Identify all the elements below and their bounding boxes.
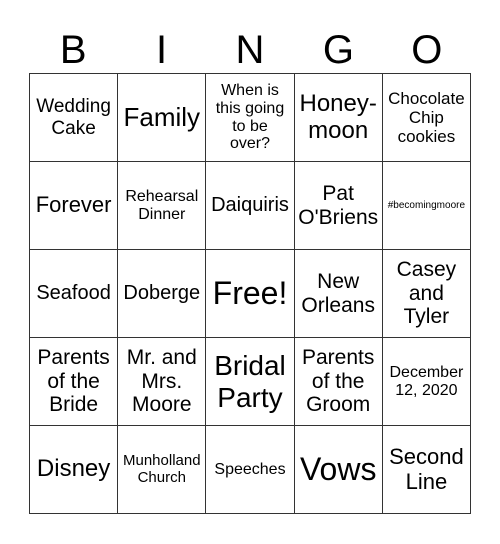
bingo-cell[interactable]: Pat O'Briens xyxy=(294,162,383,250)
cell-text: Wedding Cake xyxy=(36,96,111,139)
cell-text: Bridal Party xyxy=(214,350,286,413)
header-letter-g: G xyxy=(322,28,354,72)
bingo-cell[interactable]: Family xyxy=(118,74,207,162)
bingo-cell[interactable]: Rehearsal Dinner xyxy=(118,162,207,250)
bingo-cell[interactable]: Seafood xyxy=(30,250,119,338)
header-letter-n: N xyxy=(235,28,265,72)
cell-text: Casey and Tyler xyxy=(396,258,457,329)
bingo-cell[interactable]: Bridal Party xyxy=(206,338,295,426)
cell-text: Munholland Church xyxy=(123,451,201,486)
bingo-cell[interactable]: Chocolate Chip cookies xyxy=(382,74,471,162)
bingo-cell[interactable]: Honey-moon xyxy=(294,74,383,162)
cell-text: Chocolate Chip cookies xyxy=(388,88,465,147)
bingo-cell[interactable]: Second Line xyxy=(382,426,471,514)
bingo-cell[interactable]: Parents of the Bride xyxy=(30,338,119,426)
bingo-cell[interactable]: Mr. and Mrs. Moore xyxy=(118,338,207,426)
bingo-cell[interactable]: Casey and Tyler xyxy=(382,250,471,338)
cell-text: Parents of the Groom xyxy=(302,346,375,417)
cell-text: Daiquiris xyxy=(211,194,289,217)
cell-text: Mr. and Mrs. Moore xyxy=(126,346,197,417)
cell-text: Rehearsal Dinner xyxy=(125,187,199,223)
bingo-cell[interactable]: Wedding Cake xyxy=(30,74,119,162)
header-letter-i: I xyxy=(156,28,168,72)
bingo-cell[interactable]: Daiquiris xyxy=(206,162,295,250)
cell-text: Speeches xyxy=(214,460,286,478)
cell-text: Doberge xyxy=(123,282,201,305)
header-letter-o: O xyxy=(411,28,443,72)
bingo-cell[interactable]: Parents of the Groom xyxy=(294,338,383,426)
bingo-cell[interactable]: Doberge xyxy=(118,250,207,338)
bingo-cell[interactable]: Munholland Church xyxy=(118,426,207,514)
cell-text: Seafood xyxy=(36,282,111,305)
bingo-cell[interactable]: December 12, 2020 xyxy=(382,338,471,426)
bingo-cell[interactable]: Forever xyxy=(30,162,119,250)
bingo-cell[interactable]: Speeches xyxy=(206,426,295,514)
header-letter-b: B xyxy=(59,28,87,72)
cell-text: Forever xyxy=(35,192,112,218)
cell-text: Family xyxy=(123,101,201,132)
cell-text: Parents of the Bride xyxy=(37,346,110,417)
cell-text: Honey-moon xyxy=(299,89,377,144)
bingo-cell[interactable]: Disney xyxy=(30,426,119,514)
bingo-board: Wedding Cake Family When is this going t… xyxy=(29,73,471,514)
cell-text: When is this going to be over? xyxy=(215,81,285,153)
cell-text: New Orleans xyxy=(301,269,375,317)
cell-text: Second Line xyxy=(389,443,464,494)
bingo-cell[interactable]: Vows xyxy=(294,426,383,514)
bingo-header: B I N G O xyxy=(29,26,471,74)
bingo-cell free-space[interactable]: Free! xyxy=(206,250,295,338)
bingo-cell[interactable]: New Orleans xyxy=(294,250,383,338)
cell-text: Vows xyxy=(299,450,377,487)
cell-text: Free! xyxy=(212,274,288,311)
cell-text: #becomingmoore xyxy=(387,199,466,211)
bingo-cell[interactable]: When is this going to be over? xyxy=(206,74,295,162)
cell-text: Pat O'Briens xyxy=(298,181,379,229)
bingo-cell[interactable]: #becomingmoore xyxy=(382,162,471,250)
cell-text: Disney xyxy=(36,455,111,483)
cell-text: December 12, 2020 xyxy=(389,363,464,399)
